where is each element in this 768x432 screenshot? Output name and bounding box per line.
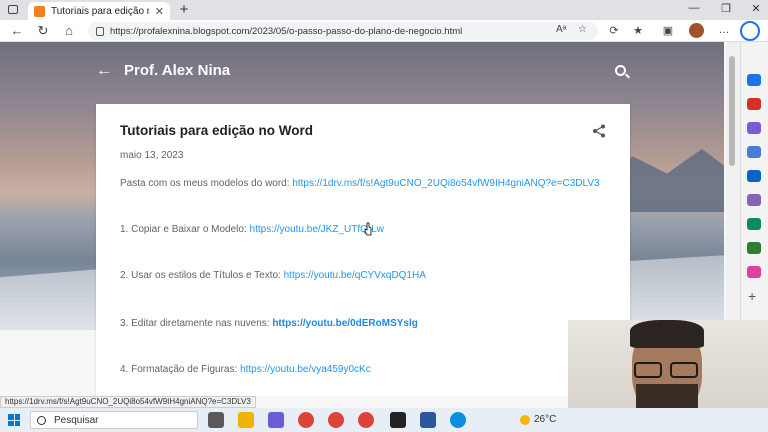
url-text: https://profalexnina.blogspot.com/2023/0… [110,25,463,37]
designer-icon[interactable] [747,194,761,206]
paragraph-step-2: 2. Usar os estilos de Títulos e Texto: h… [120,270,426,281]
tag-icon[interactable] [747,74,761,86]
glasses-icon [634,362,700,378]
bing-icon[interactable] [740,21,760,41]
minimize-button[interactable]: — [686,2,702,14]
maximize-button[interactable]: ❐ [718,2,734,15]
profile-avatar[interactable] [689,23,704,38]
home-button[interactable]: ⌂ [60,23,78,38]
scrollbar-thumb[interactable] [729,56,735,166]
blog-title[interactable]: Prof. Alex Nina [124,62,230,79]
telegram-icon[interactable] [747,218,761,230]
taskbar-search-label: Pesquisar [54,414,99,426]
chrome-icon[interactable] [328,412,344,428]
new-tab-button[interactable]: + [176,1,192,18]
chrome-icon[interactable] [358,412,374,428]
youtube-link[interactable]: https://youtu.be/0dERoMSYslg [272,318,418,329]
taskbar-search-box[interactable]: Pesquisar [30,411,198,429]
word-icon[interactable] [420,412,436,428]
toolbox-icon[interactable] [747,98,761,110]
paragraph-folder: Pasta com os meus modelos do word: https… [120,178,600,189]
windows-start-icon[interactable] [8,414,20,426]
onedrive-link[interactable]: https://1drv.ms/f/s!Agt9uCNO_2UQi8o54vfW… [292,178,599,189]
blogger-favicon-icon [34,5,45,17]
tab-close-icon[interactable]: ✕ [155,5,164,18]
status-link-preview: https://1drv.ms/f/s!Agt9uCNO_2UQi8o54vfW… [0,396,256,408]
person-icon[interactable] [747,122,761,134]
windows-taskbar: Pesquisar 26°C [0,408,768,432]
obs-icon[interactable] [390,412,406,428]
temperature: 26°C [534,414,557,425]
hair [630,320,704,348]
back-button[interactable]: ← [8,23,26,38]
paragraph-text: 2. Usar os estilos de Títulos e Texto: [120,270,284,281]
edge-icon[interactable] [450,412,466,428]
favorites-icon[interactable]: ★ [630,24,646,37]
post-title: Tutoriais para edição no Word [120,123,314,138]
file-explorer-icon[interactable] [238,412,254,428]
m-app-icon[interactable] [747,266,761,278]
paragraph-text: 1. Copiar e Baixar o Modelo: [120,224,250,235]
weather-widget[interactable]: 26°C [520,414,556,425]
hand-cursor-icon [364,222,372,236]
search-icon [37,415,46,425]
address-bar[interactable]: https://profalexnina.blogspot.com/2023/0… [88,22,598,40]
paragraph-text: 4. Formatação de Figuras: [120,364,241,375]
youtube-link[interactable]: https://youtu.be/vya459y0cKc [240,364,371,375]
favorite-add-icon[interactable]: ☆ [578,24,587,35]
paragraph-step-4: 4. Formatação de Figuras: https://youtu.… [120,364,371,375]
close-window-button[interactable]: ✕ [748,2,764,15]
blog-back-icon[interactable]: ← [96,62,112,80]
tab-actions-icon[interactable] [4,2,22,18]
collections-icon[interactable]: ▣ [660,24,676,37]
add-sidebar-icon[interactable]: + [748,288,756,304]
paragraph-text: Pasta com os meus modelos do word: [120,178,293,189]
address-toolbar: ← ↻ ⌂ https://profalexnina.blogspot.com/… [0,20,768,42]
sun-icon [520,414,530,425]
copilot-icon[interactable] [268,412,284,428]
share-icon[interactable] [592,124,606,138]
tab-title: Tutoriais para edição no Word [51,5,149,17]
games-icon[interactable] [747,146,761,158]
paragraph-step-1: 1. Copiar e Baixar o Modelo: https://you… [120,224,384,235]
outlook-icon[interactable] [747,170,761,182]
refresh-button[interactable]: ↻ [34,23,52,39]
search-icon[interactable] [615,65,626,76]
read-aloud-icon[interactable]: Aᵃ [556,24,566,35]
tab-bar: Tutoriais para edição no Word ✕ + — ❐ ✕ [0,0,768,20]
extensions-icon[interactable]: ⟳ [606,24,622,37]
lock-icon [96,26,104,36]
task-view-icon[interactable] [208,412,224,428]
post-date: maio 13, 2023 [120,150,184,161]
post-card: Tutoriais para edição no Word maio 13, 2… [96,104,630,396]
chrome-icon[interactable] [298,412,314,428]
youtube-link[interactable]: https://youtu.be/qCYVxqDQ1HA [284,270,426,281]
paragraph-text: 3. Editar diretamente nas nuvens: [120,318,273,329]
tab-active[interactable]: Tutoriais para edição no Word ✕ [28,2,170,20]
more-menu-icon[interactable]: … [716,24,732,36]
tree-icon[interactable] [747,242,761,254]
paragraph-step-3: 3. Editar diretamente nas nuvens: https:… [120,318,418,329]
